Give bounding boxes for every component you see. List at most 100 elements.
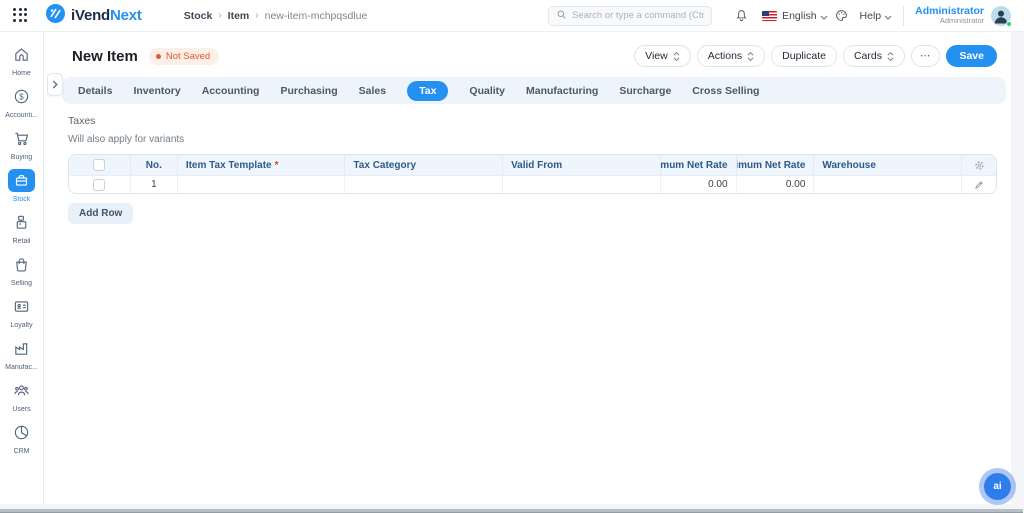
item-tax-template-cell[interactable] bbox=[178, 176, 346, 193]
sidebar-item-stock[interactable]: Stock bbox=[0, 169, 43, 203]
selector-chevrons-icon bbox=[673, 51, 680, 62]
tab-surcharge[interactable]: Surcharge bbox=[619, 85, 671, 97]
save-button[interactable]: Save bbox=[946, 45, 997, 67]
loyalty-card-icon bbox=[8, 295, 35, 318]
sidebar-expand-button[interactable] bbox=[47, 73, 63, 96]
sidebar-item-accounting[interactable]: $ Accounti... bbox=[0, 85, 43, 119]
users-icon bbox=[8, 379, 35, 402]
window-bottom-edge bbox=[0, 504, 1023, 513]
status-dot-icon bbox=[156, 54, 161, 59]
stock-briefcase-icon bbox=[8, 169, 35, 192]
taxes-table-header: No. Item Tax Template* Tax Category Vali… bbox=[69, 155, 996, 175]
ai-assistant-button[interactable]: ai bbox=[984, 473, 1011, 500]
apps-grid-icon[interactable] bbox=[13, 8, 29, 24]
tab-manufacturing[interactable]: Manufacturing bbox=[526, 85, 598, 97]
search-input[interactable] bbox=[572, 10, 704, 21]
search-icon bbox=[556, 7, 567, 25]
gear-icon bbox=[974, 160, 985, 171]
user-role: Administrator bbox=[915, 17, 984, 26]
sidebar-item-selling[interactable]: Selling bbox=[0, 253, 43, 287]
brand-name: iVendNext bbox=[71, 7, 142, 24]
col-header-no: No. bbox=[131, 155, 178, 175]
tab-cross-selling[interactable]: Cross Selling bbox=[692, 85, 759, 97]
maximum-net-rate-cell[interactable]: 0.00 bbox=[737, 176, 815, 193]
selector-chevrons-icon bbox=[887, 51, 894, 62]
col-header-tax-category: Tax Category bbox=[345, 155, 503, 175]
taxes-section-note: Will also apply for variants bbox=[68, 134, 1024, 145]
sidebar-item-loyalty[interactable]: Loyalty bbox=[0, 295, 43, 329]
form-tabs: Details Inventory Accounting Purchasing … bbox=[62, 77, 1006, 104]
col-header-warehouse: Warehouse bbox=[814, 155, 962, 175]
language-flag-icon[interactable] bbox=[762, 11, 777, 21]
breadcrumb-current: new-item-mchpqsdlue bbox=[265, 10, 368, 22]
col-header-item-tax-template: Item Tax Template* bbox=[178, 155, 346, 175]
tab-tax[interactable]: Tax bbox=[407, 81, 448, 101]
page-title: New Item bbox=[72, 48, 138, 65]
add-row-button[interactable]: Add Row bbox=[68, 203, 133, 224]
duplicate-button[interactable]: Duplicate bbox=[771, 45, 837, 67]
col-header-valid-from: Valid From bbox=[503, 155, 661, 175]
warehouse-cell[interactable] bbox=[814, 176, 962, 193]
svg-text:$: $ bbox=[19, 92, 24, 101]
select-all-checkbox[interactable] bbox=[93, 159, 105, 171]
brand-logo[interactable]: iVendNext bbox=[46, 4, 142, 28]
sidebar-item-buying[interactable]: Buying bbox=[0, 127, 43, 161]
tab-inventory[interactable]: Inventory bbox=[133, 85, 180, 97]
breadcrumb-stock[interactable]: Stock bbox=[184, 10, 213, 22]
not-saved-badge: Not Saved bbox=[149, 48, 219, 65]
breadcrumb: Stock › Item › new-item-mchpqsdlue bbox=[184, 10, 368, 22]
breadcrumb-item[interactable]: Item bbox=[228, 10, 250, 22]
cards-button[interactable]: Cards bbox=[843, 45, 905, 67]
tab-quality[interactable]: Quality bbox=[469, 85, 505, 97]
shopping-bag-icon bbox=[8, 253, 35, 276]
theme-palette-icon[interactable] bbox=[835, 9, 848, 22]
sidebar-item-manufacturing[interactable]: Manufac... bbox=[0, 337, 43, 371]
taxes-table: No. Item Tax Template* Tax Category Vali… bbox=[68, 154, 997, 194]
main-area: New Item Not Saved View Actions Duplicat… bbox=[44, 32, 1024, 513]
global-search[interactable] bbox=[548, 6, 712, 26]
sidebar-item-retail[interactable]: Retail bbox=[0, 211, 43, 245]
pie-chart-icon bbox=[8, 421, 35, 444]
sidebar: Home $ Accounti... Buying Stock Retail S… bbox=[0, 32, 44, 513]
pencil-icon bbox=[974, 180, 984, 190]
tab-purchasing[interactable]: Purchasing bbox=[280, 85, 337, 97]
language-selector[interactable]: English bbox=[782, 10, 816, 22]
help-chevron-down-icon bbox=[884, 7, 892, 25]
actions-button[interactable]: Actions bbox=[697, 45, 765, 67]
tab-sales[interactable]: Sales bbox=[359, 85, 386, 97]
brand-mark-icon bbox=[46, 4, 65, 28]
user-menu[interactable]: Administrator Administrator bbox=[915, 5, 984, 26]
tab-accounting[interactable]: Accounting bbox=[202, 85, 260, 97]
col-header-maximum-net-rate: Maximum Net Rate bbox=[737, 155, 815, 175]
help-menu[interactable]: Help bbox=[860, 10, 882, 22]
row-checkbox[interactable] bbox=[93, 179, 105, 191]
row-number-cell[interactable]: 1 bbox=[131, 176, 178, 193]
cash-register-icon bbox=[8, 211, 35, 234]
taxes-section-label: Taxes bbox=[68, 115, 1024, 127]
cart-icon bbox=[8, 127, 35, 150]
notifications-bell-icon[interactable] bbox=[735, 9, 748, 22]
navbar-divider bbox=[903, 6, 904, 26]
view-button[interactable]: View bbox=[634, 45, 691, 67]
language-chevron-down-icon bbox=[820, 7, 828, 25]
table-settings-button[interactable] bbox=[962, 155, 996, 175]
sidebar-item-home[interactable]: Home bbox=[0, 43, 43, 77]
tax-category-cell[interactable] bbox=[345, 176, 503, 193]
sidebar-item-crm[interactable]: CRM bbox=[0, 421, 43, 455]
online-status-dot bbox=[1006, 21, 1012, 27]
row-edit-button[interactable] bbox=[962, 176, 996, 193]
required-marker: * bbox=[275, 160, 279, 171]
avatar[interactable] bbox=[991, 6, 1011, 26]
sidebar-item-users[interactable]: Users bbox=[0, 379, 43, 413]
valid-from-cell[interactable] bbox=[503, 176, 661, 193]
breadcrumb-separator: › bbox=[255, 10, 258, 21]
table-row: 1 0.00 0.00 bbox=[69, 175, 996, 193]
tab-details[interactable]: Details bbox=[78, 85, 112, 97]
col-header-minimum-net-rate: Minimum Net Rate bbox=[661, 155, 737, 175]
more-options-button[interactable]: ⋯ bbox=[911, 45, 941, 67]
minimum-net-rate-cell[interactable]: 0.00 bbox=[661, 176, 737, 193]
top-navbar: iVendNext Stock › Item › new-item-mchpqs… bbox=[0, 0, 1024, 32]
factory-icon bbox=[8, 337, 35, 360]
chevron-right-icon bbox=[52, 80, 58, 89]
accounting-icon: $ bbox=[8, 85, 35, 108]
